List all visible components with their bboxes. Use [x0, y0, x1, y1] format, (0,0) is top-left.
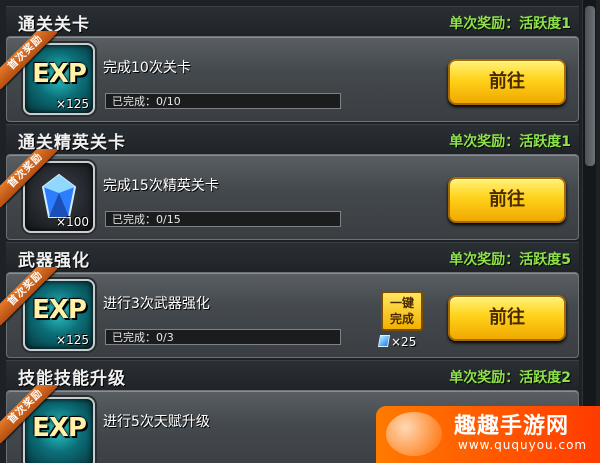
- go-button[interactable]: 前往: [448, 177, 566, 223]
- quick-cost-value: ×25: [391, 335, 417, 349]
- task-reward: 单次奖励：活跃度5: [449, 252, 571, 268]
- task-description: 完成15次精英关卡: [103, 178, 219, 194]
- watermark-title: 趣趣手游网: [454, 414, 570, 439]
- task-header: 技能技能升级 单次奖励：活跃度2: [6, 360, 579, 390]
- task-list: 通关关卡 单次奖励：活跃度1 EXP ×125 首次奖励 完成10次关卡 已完成…: [0, 0, 600, 463]
- first-reward-label: 首次奖励: [0, 31, 57, 89]
- first-reward-label: 首次奖励: [0, 267, 57, 325]
- quick-complete-label-1: 一键: [389, 296, 414, 310]
- watermark-logo: [386, 412, 442, 456]
- progress-bar: 已完成：0/10: [105, 93, 341, 109]
- progress-text: 已完成：0/15: [112, 213, 181, 226]
- task-card: 通关精英关卡 单次奖励：活跃度1 ×100 首次奖励 完成15次精英关卡 已完成…: [0, 124, 579, 246]
- reward-count: ×100: [56, 215, 89, 229]
- scrollbar[interactable]: [582, 0, 596, 463]
- task-card: 通关关卡 单次奖励：活跃度1 EXP ×125 首次奖励 完成10次关卡 已完成…: [0, 6, 579, 128]
- first-reward-ribbon: 首次奖励: [0, 267, 57, 325]
- task-header: 武器强化 单次奖励：活跃度5: [6, 242, 579, 272]
- site-watermark: 趣趣手游网 www.ququyou.com: [376, 406, 600, 463]
- task-reward: 单次奖励：活跃度1: [449, 16, 571, 32]
- progress-bar: 已完成：0/3: [105, 329, 341, 345]
- quick-complete-label-2: 完成: [389, 312, 414, 326]
- progress-text: 已完成：0/3: [112, 331, 174, 344]
- task-description: 进行5次天赋升级: [103, 414, 210, 430]
- task-description: 完成10次关卡: [103, 60, 191, 76]
- quick-complete-button[interactable]: 一键 完成: [381, 291, 423, 331]
- task-header: 通关精英关卡 单次奖励：活跃度1: [6, 124, 579, 154]
- quick-complete-cost: ×25: [377, 335, 417, 349]
- scroll-thumb[interactable]: [585, 6, 595, 166]
- task-reward: 单次奖励：活跃度1: [449, 134, 571, 150]
- task-body: EXP ×125 首次奖励 完成10次关卡 已完成：0/10 前往: [0, 31, 579, 122]
- task-body: ×100 首次奖励 完成15次精英关卡 已完成：0/15 前往: [0, 149, 579, 240]
- first-reward-ribbon: 首次奖励: [0, 385, 57, 443]
- first-reward-ribbon: 首次奖励: [0, 149, 57, 207]
- task-body: EXP ×125 首次奖励 进行3次武器强化 已完成：0/3 一键 完成 ×25…: [0, 267, 579, 358]
- gem-icon: [377, 335, 391, 347]
- progress-text: 已完成：0/10: [112, 95, 181, 108]
- task-card: 武器强化 单次奖励：活跃度5 EXP ×125 首次奖励 进行3次武器强化 已完…: [0, 242, 579, 364]
- first-reward-ribbon: 首次奖励: [0, 31, 57, 89]
- go-button[interactable]: 前往: [448, 59, 566, 105]
- reward-count: ×125: [56, 333, 89, 347]
- first-reward-label: 首次奖励: [0, 149, 57, 207]
- progress-bar: 已完成：0/15: [105, 211, 341, 227]
- task-description: 进行3次武器强化: [103, 296, 210, 312]
- task-reward: 单次奖励：活跃度2: [449, 370, 571, 386]
- watermark-url: www.ququyou.com: [458, 438, 588, 452]
- task-header: 通关关卡 单次奖励：活跃度1: [6, 6, 579, 36]
- reward-count: ×125: [56, 97, 89, 111]
- first-reward-label: 首次奖励: [0, 385, 57, 443]
- go-button[interactable]: 前往: [448, 295, 566, 341]
